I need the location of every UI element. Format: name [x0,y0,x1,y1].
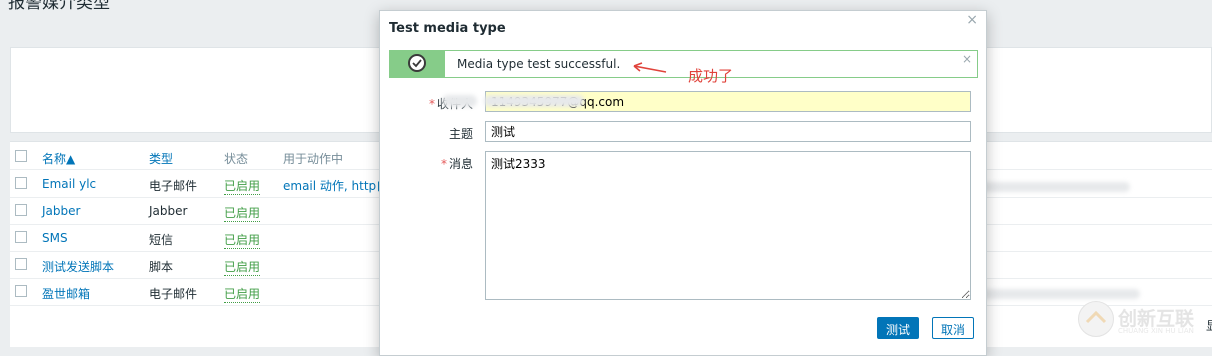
test-media-type-dialog: Test media type × Media type test succes… [379,10,987,356]
subject-label: 主题 [448,127,473,141]
redacted-text [442,95,477,107]
success-message-text: Media type test successful. [457,57,621,71]
redacted-text [484,95,584,107]
watermark-logo-icon [1078,301,1114,337]
watermark-subtext: CHUANG XIN HU LIAN [1118,327,1194,335]
subject-field[interactable] [485,121,971,142]
annotation-text: 成功了 [688,67,734,85]
message-close-icon[interactable]: × [962,52,972,66]
check-circle-icon [408,54,426,72]
test-button[interactable]: 测试 [877,317,920,339]
success-message: Media type test successful. × [389,50,978,78]
message-field[interactable]: 测试2333 [485,151,971,300]
cancel-button[interactable]: 取消 [932,317,975,339]
message-label: * 消息 [440,157,473,171]
annotation-arrow-icon [633,62,667,73]
dialog-title: Test media type [389,21,506,36]
close-icon[interactable]: × [966,12,978,28]
